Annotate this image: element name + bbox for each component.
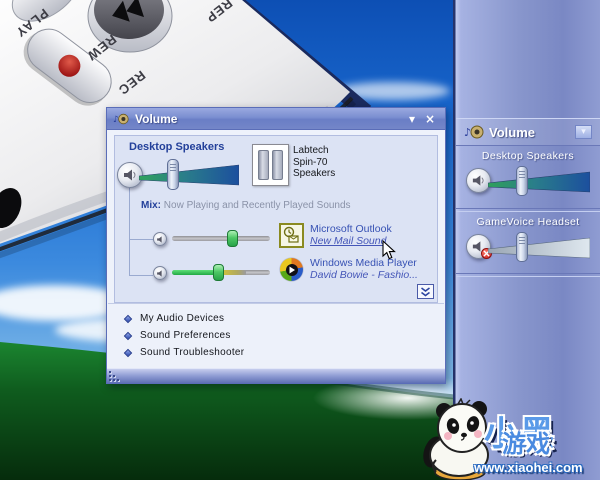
speaker-icon bbox=[124, 169, 136, 181]
speaker-note-icon: ♪ bbox=[113, 113, 129, 125]
mix-slider-thumb[interactable] bbox=[227, 230, 238, 247]
sidebar-device-label: GameVoice Headset bbox=[476, 216, 580, 228]
windows-media-player-icon bbox=[280, 258, 303, 281]
sidebar-device-desktop-speakers: Desktop Speakers bbox=[456, 150, 600, 206]
app-name: Microsoft Outlook bbox=[310, 223, 392, 235]
sidebar-collapse-button[interactable]: ▾ bbox=[575, 125, 592, 139]
speaker-tower bbox=[258, 150, 269, 180]
mix-slider-thumb[interactable] bbox=[213, 264, 224, 281]
sidebar-title: Volume bbox=[489, 124, 535, 140]
window-title: Volume bbox=[135, 111, 178, 126]
sidebar-device-label: Desktop Speakers bbox=[481, 150, 575, 162]
mix-slider-fill bbox=[172, 270, 218, 275]
volume-wedge[interactable] bbox=[488, 170, 590, 194]
mouse-cursor bbox=[382, 240, 396, 260]
double-chevron-down-icon bbox=[421, 286, 430, 296]
speaker-icon bbox=[156, 269, 162, 277]
speaker-note-icon: ♪ bbox=[464, 125, 484, 139]
close-button[interactable]: × bbox=[421, 112, 439, 126]
mix-speaker-knob[interactable] bbox=[153, 266, 167, 280]
volume-wedge-muted[interactable] bbox=[488, 236, 590, 260]
mix-label: Mix: Now Playing and Recently Played Sou… bbox=[141, 200, 351, 211]
link-sound-troubleshooter[interactable]: Sound Troubleshooter bbox=[108, 344, 444, 361]
sidebar-header[interactable]: ♪ Volume ▾ bbox=[456, 118, 600, 146]
svg-text:♪: ♪ bbox=[464, 126, 471, 139]
bullet-icon bbox=[123, 348, 133, 357]
link-my-audio-devices[interactable]: My Audio Devices bbox=[108, 310, 444, 327]
connector-line bbox=[129, 188, 130, 276]
resize-grip[interactable] bbox=[109, 371, 119, 381]
link-label: Sound Troubleshooter bbox=[140, 347, 245, 358]
link-sound-preferences[interactable]: Sound Preferences bbox=[108, 327, 444, 344]
mixer-panel: Desktop Speakers Labtech Spin-70 Speaker… bbox=[114, 135, 438, 303]
volume-slider-thumb[interactable] bbox=[516, 166, 528, 196]
link-label: Sound Preferences bbox=[140, 330, 231, 341]
app-name: Windows Media Player bbox=[310, 257, 417, 269]
mix-speaker-knob[interactable] bbox=[153, 232, 167, 246]
watermark-brand-sub: 游戏 bbox=[502, 431, 550, 458]
collapse-button[interactable]: ▾ bbox=[403, 112, 421, 126]
bullet-icon bbox=[123, 314, 133, 323]
connector-line bbox=[129, 275, 153, 276]
sound-link[interactable]: New Mail Sound bbox=[310, 235, 392, 247]
volume-slider-thumb[interactable] bbox=[516, 232, 528, 262]
speaker-tower bbox=[272, 150, 283, 180]
speaker-model-text: Labtech Spin-70 Speakers bbox=[293, 145, 336, 179]
expand-button[interactable] bbox=[417, 284, 434, 299]
now-playing-text: David Bowie - Fashio... bbox=[310, 269, 418, 281]
mix-slider-track[interactable] bbox=[172, 236, 270, 241]
speakers-image bbox=[252, 144, 289, 186]
speaker-icon bbox=[156, 235, 162, 243]
mix-app-info: Windows Media Player David Bowie - Fashi… bbox=[310, 257, 418, 281]
svg-text:♪: ♪ bbox=[113, 115, 119, 125]
titlebar[interactable]: ♪ Volume ▾ × bbox=[107, 108, 445, 130]
master-slider-thumb[interactable] bbox=[167, 159, 179, 190]
bullet-icon bbox=[123, 331, 133, 340]
status-bar bbox=[107, 368, 445, 383]
link-label: My Audio Devices bbox=[140, 313, 225, 324]
speaker-icon bbox=[472, 175, 484, 186]
sidebar-device-gamevoice-headset: GameVoice Headset bbox=[456, 216, 600, 272]
master-device-label: Desktop Speakers bbox=[129, 141, 225, 153]
watermark-url: www.xiaohei.com bbox=[474, 460, 583, 475]
desktop: PLAY REW REC REP ♪ Volume ▾ Desktop Spea… bbox=[0, 0, 600, 480]
site-watermark: 小黑 游戏 www.xiaohei.com bbox=[420, 397, 600, 480]
connector-line bbox=[129, 239, 153, 240]
mix-app-info: Microsoft Outlook New Mail Sound bbox=[310, 223, 392, 247]
link-list: My Audio Devices Sound Preferences Sound… bbox=[108, 303, 444, 369]
sidebar-divider bbox=[456, 273, 600, 277]
sidebar-divider bbox=[456, 208, 600, 212]
outlook-icon bbox=[279, 223, 304, 248]
master-volume-wedge[interactable] bbox=[139, 164, 239, 186]
